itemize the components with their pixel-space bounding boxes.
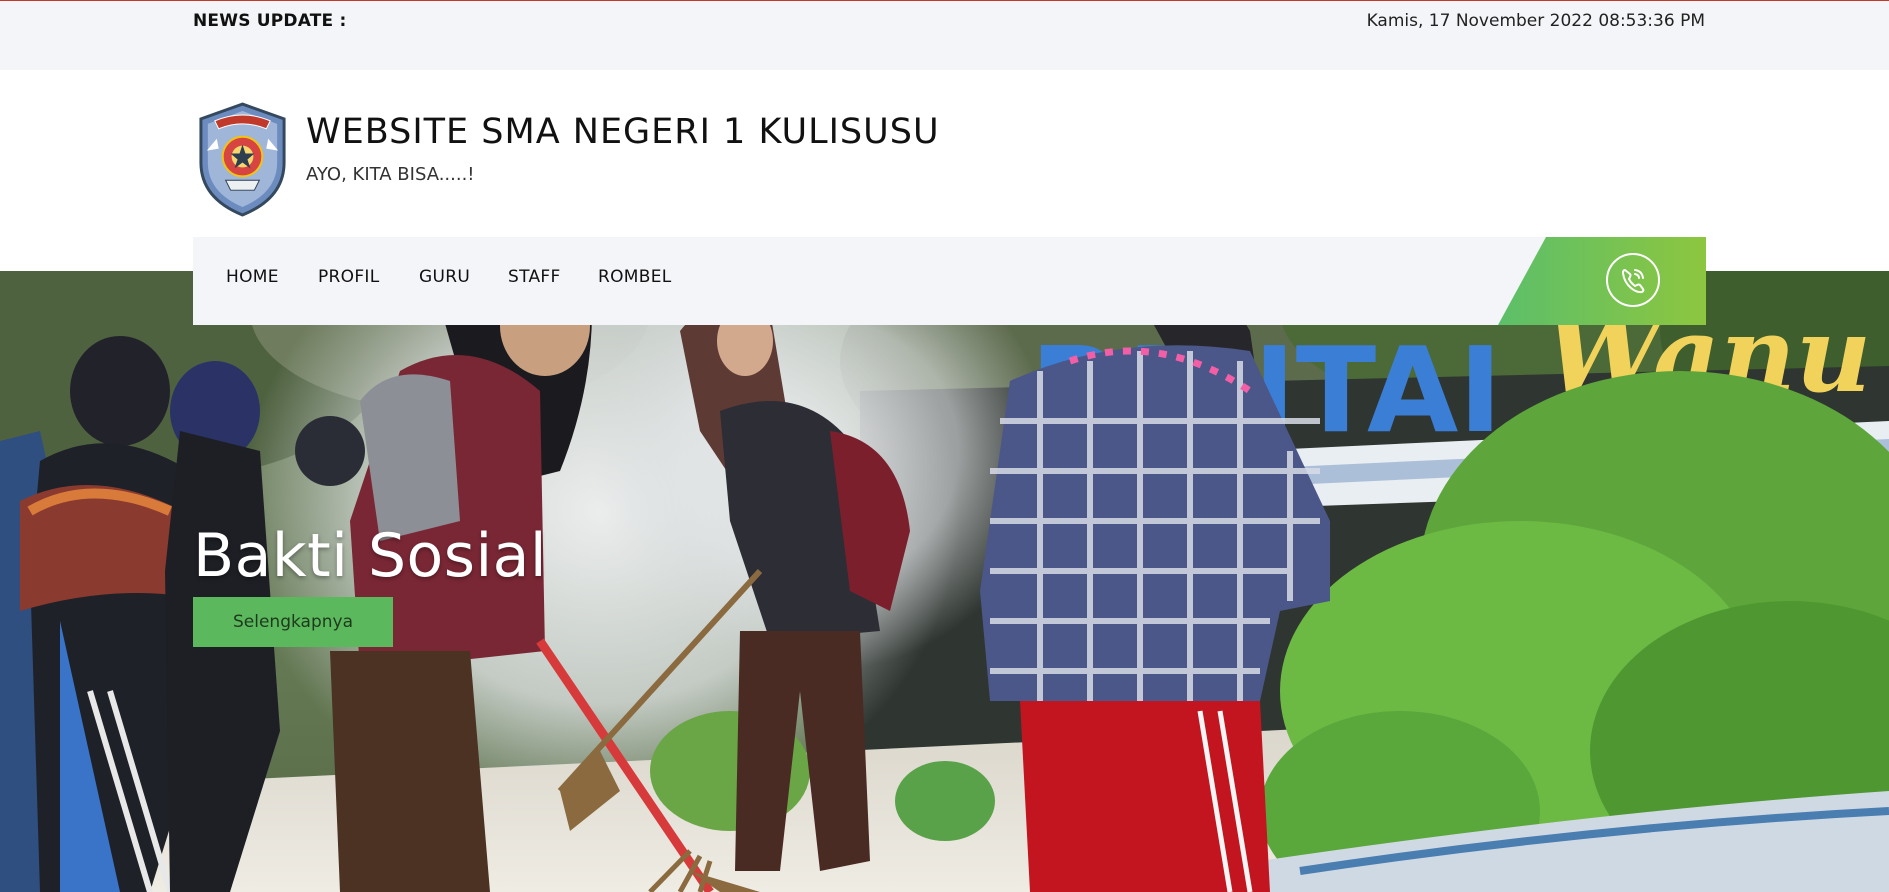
- nav-rombel[interactable]: ROMBEL: [598, 267, 672, 287]
- news-update-label: NEWS UPDATE :: [193, 11, 347, 31]
- site-title[interactable]: WEBSITE SMA NEGERI 1 KULISUSU: [306, 112, 940, 152]
- top-bar: NEWS UPDATE : Kamis, 17 November 2022 08…: [0, 0, 1889, 70]
- read-more-button[interactable]: Selengkapnya: [193, 597, 393, 647]
- nav-home[interactable]: HOME: [226, 267, 279, 287]
- nav-phone-panel: [1498, 237, 1706, 325]
- site-tagline: AYO, KITA BISA.....!: [306, 164, 475, 185]
- nav-guru[interactable]: GURU: [419, 267, 470, 287]
- phone-button[interactable]: [1606, 253, 1660, 307]
- hero-slide-title: Bakti Sosial: [193, 521, 548, 591]
- phone-icon: [1622, 269, 1645, 294]
- school-logo[interactable]: [193, 101, 292, 218]
- main-navbar: HOME PROFIL GURU STAFF ROMBEL: [193, 237, 1706, 325]
- nav-profil[interactable]: PROFIL: [318, 267, 380, 287]
- nav-staff[interactable]: STAFF: [508, 267, 561, 287]
- current-datetime: Kamis, 17 November 2022 08:53:36 PM: [1366, 11, 1705, 31]
